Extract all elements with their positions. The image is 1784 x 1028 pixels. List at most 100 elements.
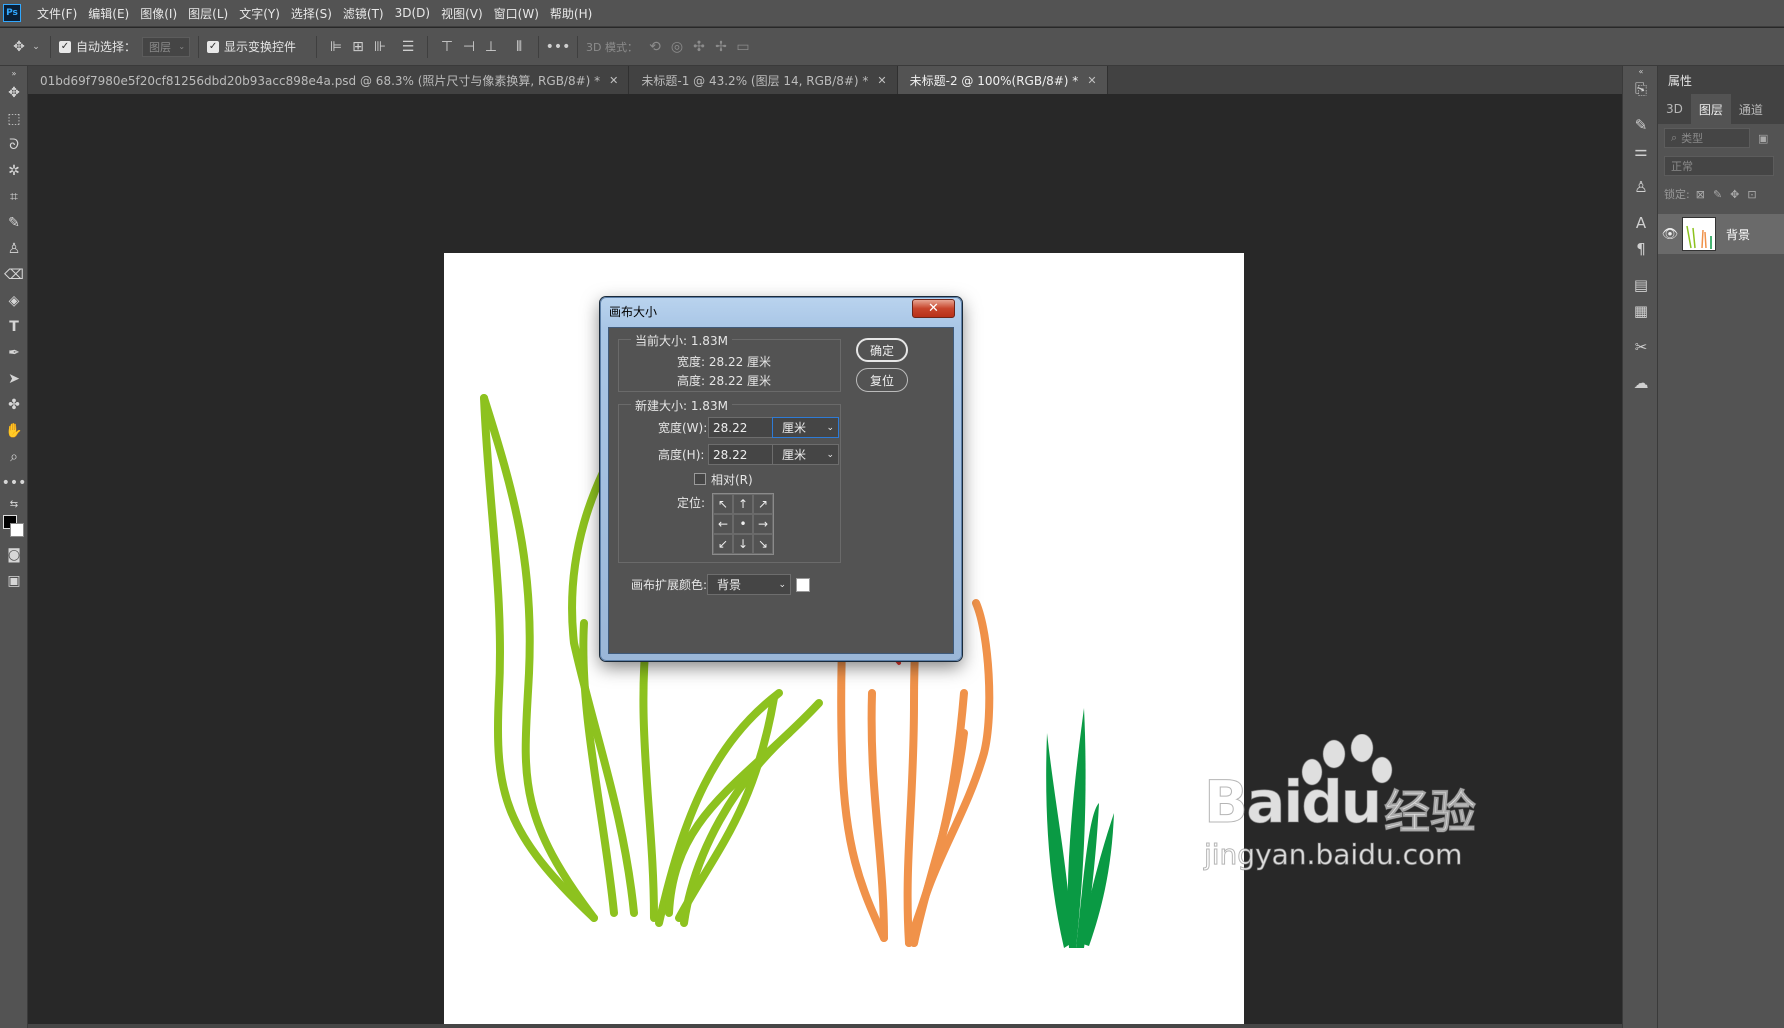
collapse-icon[interactable]: » [0,66,28,80]
lock-position-icon[interactable]: ✥ [1730,188,1739,201]
tab-layers[interactable]: 图层 [1690,94,1731,124]
type-tool-icon[interactable]: T [0,314,28,340]
menu-type[interactable]: 文字(Y) [239,5,280,22]
custom-shape-tool-icon[interactable]: ✤ [0,392,28,418]
collapse-icon[interactable]: « [1623,66,1659,76]
brush-tool-icon[interactable]: ✎ [0,210,28,236]
distribute-vertical-icon[interactable]: ☰ [397,36,419,58]
more-tools-icon[interactable]: ••• [0,470,28,496]
anchor-left[interactable]: ← [713,514,733,534]
zoom-tool-icon[interactable]: ⌕ [0,444,28,470]
crop-tool-icon[interactable]: ⌗ [0,184,28,210]
width-input[interactable]: 28.22 [708,417,776,438]
align-top-icon[interactable]: ⊤ [436,36,458,58]
move-tool-icon[interactable]: ✥ [8,36,30,58]
lock-image-icon[interactable]: ✎ [1713,188,1722,201]
brush-settings-icon[interactable]: ✎ [1623,112,1659,138]
align-left-icon[interactable]: ⊫ [325,36,347,58]
paragraph-icon[interactable]: ¶ [1623,236,1659,262]
tab-3d[interactable]: 3D [1658,94,1691,124]
lock-transparent-icon[interactable]: ⊠ [1696,188,1705,201]
anchor-grid[interactable]: ↖ ↑ ↗ ← • → ↙ ↓ ↘ [712,493,774,555]
menu-file[interactable]: 文件(F) [37,5,77,22]
reset-button[interactable]: 复位 [856,368,908,392]
extension-color-select[interactable]: 背景 ⌄ [707,574,791,595]
auto-select-target-dropdown[interactable]: 图层 ⌄ [142,36,191,57]
eraser-tool-icon[interactable]: ⌫ [0,262,28,288]
width-unit-select[interactable]: 厘米 ⌄ [772,417,839,438]
creative-cloud-icon[interactable]: ☁ [1623,370,1659,396]
anchor-top-right[interactable]: ↗ [753,494,773,514]
height-input[interactable]: 28.22 [708,444,776,465]
distribute-horizontal-icon[interactable]: ⦀ [508,36,530,58]
history-icon[interactable]: ⎘ [1623,76,1659,102]
menu-3d[interactable]: 3D(D) [395,6,430,20]
tab-document-2[interactable]: 未标题-1 @ 43.2% (图层 14, RGB/8#) * ✕ [629,66,898,94]
anchor-top-left[interactable]: ↖ [713,494,733,514]
path-selection-tool-icon[interactable]: ➤ [0,366,28,392]
relative-checkbox[interactable] [694,473,706,485]
clone-source-icon[interactable]: ♙ [1623,174,1659,200]
dialog-close-button[interactable]: ✕ [912,299,955,318]
menu-view[interactable]: 视图(V) [441,5,483,22]
menu-image[interactable]: 图像(I) [140,5,177,22]
3d-drag-icon[interactable]: ✣ [688,36,710,58]
3d-slide-icon[interactable]: ✢ [710,36,732,58]
align-bottom-icon[interactable]: ⊥ [480,36,502,58]
color-swatches[interactable] [0,512,28,542]
notes-icon[interactable]: ▦ [1623,298,1659,324]
menu-help[interactable]: 帮助(H) [550,5,592,22]
align-hcenter-icon[interactable]: ⊞ [347,36,369,58]
height-unit-select[interactable]: 厘米 ⌄ [772,444,839,465]
swap-colors-icon[interactable]: ⇆ [0,496,28,512]
character-icon[interactable]: A [1623,210,1659,236]
anchor-bottom-right[interactable]: ↘ [753,534,773,554]
close-icon[interactable]: ✕ [877,74,886,87]
ok-button[interactable]: 确定 [856,338,908,362]
lasso-tool-icon[interactable]: ᘐ [0,132,28,158]
more-options-icon[interactable]: ••• [546,36,571,58]
3d-roll-icon[interactable]: ◎ [666,36,688,58]
move-tool-icon[interactable]: ✥ [0,80,28,106]
auto-select-checkbox[interactable]: ✓ [59,40,71,53]
close-icon[interactable]: ✕ [609,74,618,87]
menu-edit[interactable]: 编辑(E) [88,5,129,22]
menu-window[interactable]: 窗口(W) [494,5,539,22]
anchor-bottom-left[interactable]: ↙ [713,534,733,554]
tab-document-3[interactable]: 未标题-2 @ 100%(RGB/8#) * ✕ [897,66,1108,94]
background-color-swatch[interactable] [10,523,24,537]
anchor-right[interactable]: → [753,514,773,534]
adjustments-icon[interactable]: ⚌ [1623,138,1659,164]
properties-header[interactable]: 属性 [1658,66,1784,94]
extension-color-swatch[interactable] [796,578,810,592]
layer-filter-dropdown[interactable]: ⌕ 类型 [1664,128,1750,148]
quick-mask-icon[interactable]: ◙ [0,542,28,568]
paint-bucket-tool-icon[interactable]: ◈ [0,288,28,314]
eye-icon[interactable]: 👁 [1658,227,1682,242]
layer-row[interactable]: 👁 背景 [1658,214,1784,254]
3d-camera-icon[interactable]: ▭ [732,36,754,58]
blend-mode-dropdown[interactable]: 正常 [1664,156,1774,176]
marquee-tool-icon[interactable]: ⬚ [0,106,28,132]
chevron-down-icon[interactable]: ⌄ [30,36,42,58]
menu-select[interactable]: 选择(S) [291,5,332,22]
align-right-icon[interactable]: ⊪ [369,36,391,58]
tab-channels[interactable]: 通道 [1731,94,1771,124]
pen-tool-icon[interactable]: ✒ [0,340,28,366]
libraries-icon[interactable]: ▤ [1623,272,1659,298]
anchor-center[interactable]: • [733,514,753,534]
lock-artboard-icon[interactable]: ⊡ [1747,188,1756,201]
image-filter-icon[interactable]: ▣ [1758,132,1768,145]
hand-tool-icon[interactable]: ✋ [0,418,28,444]
anchor-bottom[interactable]: ↓ [733,534,753,554]
stamp-tool-icon[interactable]: ♙ [0,236,28,262]
menu-layer[interactable]: 图层(L) [188,5,228,22]
show-transform-checkbox[interactable]: ✓ [207,40,220,53]
align-vcenter-icon[interactable]: ⊣ [458,36,480,58]
tools-icon[interactable]: ✂ [1623,334,1659,360]
menu-filter[interactable]: 滤镜(T) [343,5,384,22]
anchor-top[interactable]: ↑ [733,494,753,514]
3d-orbit-icon[interactable]: ⟲ [644,36,666,58]
screen-mode-icon[interactable]: ▣ [0,568,28,594]
close-icon[interactable]: ✕ [1087,74,1096,87]
